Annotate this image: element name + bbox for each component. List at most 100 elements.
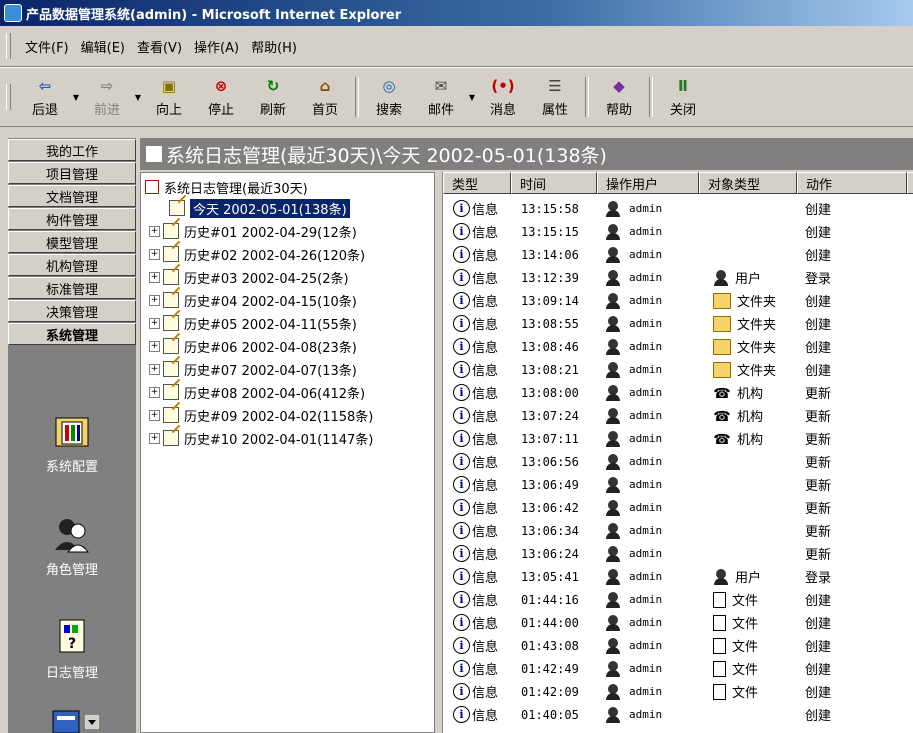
column-header-object-type[interactable]: 对象类型 <box>699 172 797 194</box>
system-config-icon[interactable] <box>52 412 92 452</box>
expand-icon[interactable]: + <box>149 432 160 444</box>
tree-root[interactable]: 系统日志管理(最近30天) <box>145 177 308 197</box>
expand-icon[interactable]: + <box>149 225 160 237</box>
tree-node[interactable]: + 历史#05 2002-04-11(55条) <box>149 313 357 333</box>
expand-icon[interactable]: + <box>149 317 160 329</box>
sidebar-tab-models[interactable]: 模型管理 <box>8 231 136 253</box>
sidebar-tab-documents[interactable]: 文档管理 <box>8 185 136 207</box>
sidebar-tab-my-work[interactable]: 我的工作 <box>8 139 136 161</box>
log-manage-icon[interactable]: ? <box>52 616 92 656</box>
system-config-label[interactable]: 系统配置 <box>8 456 136 475</box>
up-button[interactable]: ▣ 向上 <box>143 72 195 122</box>
role-manage-icon[interactable] <box>52 514 92 554</box>
close-button[interactable]: Ⅱ 关闭 <box>657 72 709 122</box>
menu-help[interactable]: 帮助(H) <box>245 37 303 56</box>
expand-icon[interactable]: + <box>149 294 160 306</box>
scroll-down-icon[interactable] <box>84 714 100 730</box>
tree-node[interactable]: + 历史#03 2002-04-25(2条) <box>149 267 349 287</box>
table-row[interactable]: i信息13:06:42admin更新‖ <box>443 496 913 519</box>
tree-node[interactable]: + 历史#01 2002-04-29(12条) <box>149 221 357 241</box>
column-header-object[interactable]: 对 <box>907 172 913 194</box>
properties-button[interactable]: ☰ 属性 <box>529 72 581 122</box>
table-row[interactable]: i信息01:40:05admin创建‖ <box>443 703 913 726</box>
tree-node[interactable]: + 历史#02 2002-04-26(120条) <box>149 244 365 264</box>
table-row[interactable]: i信息13:15:58admin创建‖ <box>443 197 913 220</box>
expand-icon[interactable]: + <box>149 386 160 398</box>
table-row[interactable]: i信息13:14:06admin创建‖ <box>443 243 913 266</box>
table-row[interactable]: i信息13:15:15admin创建‖ <box>443 220 913 243</box>
table-row[interactable]: i信息13:06:34admin更新‖ <box>443 519 913 542</box>
cell-time: 13:07:11 <box>521 431 579 446</box>
tree-node-label: 历史#08 2002-04-06(412条) <box>184 386 366 402</box>
sidebar-tab-components[interactable]: 构件管理 <box>8 208 136 230</box>
sidebar-tab-decisions[interactable]: 决策管理 <box>8 300 136 322</box>
tree-node-label: 历史#05 2002-04-11(55条) <box>184 317 357 333</box>
column-header-time[interactable]: 时间 <box>511 172 597 194</box>
message-button[interactable]: (•) 消息 <box>477 72 529 122</box>
table-row[interactable]: i信息13:08:55admin文件夹创建‖ <box>443 312 913 335</box>
home-button[interactable]: ⌂ 首页 <box>299 72 351 122</box>
sidebar-tab-projects[interactable]: 项目管理 <box>8 162 136 184</box>
log-manage-label[interactable]: 日志管理 <box>8 662 136 681</box>
table-row[interactable]: i信息01:44:00admin文件创建‖ <box>443 611 913 634</box>
table-row[interactable]: i信息13:08:46admin文件夹创建‖ <box>443 335 913 358</box>
table-row[interactable]: i信息13:09:14admin文件夹创建‖ <box>443 289 913 312</box>
sidebar-tab-organizations[interactable]: 机构管理 <box>8 254 136 276</box>
tree-node[interactable]: + 历史#04 2002-04-15(10条) <box>149 290 357 310</box>
menu-view[interactable]: 查看(V) <box>131 37 188 56</box>
tree-node[interactable]: + 历史#09 2002-04-02(1158条) <box>149 405 373 425</box>
cell-user: admin <box>629 409 663 422</box>
table-row[interactable]: i信息01:42:09admin文件创建‖ <box>443 680 913 703</box>
search-button[interactable]: ◎ 搜索 <box>363 72 415 122</box>
table-row[interactable]: i信息13:12:39admin用户登录‖ <box>443 266 913 289</box>
column-header-action[interactable]: 动作 <box>797 172 907 194</box>
table-row[interactable]: i信息01:42:49admin文件创建‖ <box>443 657 913 680</box>
expand-icon[interactable]: + <box>149 248 160 260</box>
mail-dropdown-icon[interactable]: ▼ <box>467 93 477 102</box>
forward-dropdown-icon[interactable]: ▼ <box>133 93 143 102</box>
forward-button[interactable]: ⇨ 前进 <box>81 72 133 122</box>
table-row[interactable]: i信息13:08:21admin文件夹创建‖ <box>443 358 913 381</box>
file-icon <box>713 637 726 654</box>
mail-button[interactable]: ✉ 邮件 <box>415 72 467 122</box>
cell-action: 更新 <box>805 502 832 517</box>
info-icon: i <box>453 453 470 470</box>
tree-node-today[interactable]: 今天 2002-05-01(138条) <box>169 197 351 219</box>
back-button[interactable]: ⇦ 后退 <box>19 72 71 122</box>
cell-type: 信息 <box>472 525 499 540</box>
role-manage-label[interactable]: 角色管理 <box>8 559 136 578</box>
menu-edit[interactable]: 编辑(E) <box>75 37 131 56</box>
column-header-type[interactable]: 类型 <box>443 172 511 194</box>
sidebar-tab-standards[interactable]: 标准管理 <box>8 277 136 299</box>
table-row[interactable]: i信息13:07:24admin☎机构更新‖ <box>443 404 913 427</box>
expand-icon[interactable]: + <box>149 363 160 375</box>
menu-action[interactable]: 操作(A) <box>188 37 245 56</box>
table-row[interactable]: i信息13:06:56admin更新‖ <box>443 450 913 473</box>
tree-node[interactable]: + 历史#10 2002-04-01(1147条) <box>149 428 373 448</box>
table-row[interactable]: i信息01:43:08admin文件创建‖ <box>443 634 913 657</box>
tree-node[interactable]: + 历史#07 2002-04-07(13条) <box>149 359 357 379</box>
table-row[interactable]: i信息13:06:24admin更新‖ <box>443 542 913 565</box>
expand-icon[interactable]: + <box>149 340 160 352</box>
table-row[interactable]: i信息13:07:11admin☎机构更新‖ <box>443 427 913 450</box>
menubar-grip[interactable] <box>6 33 11 59</box>
table-row[interactable]: i信息13:06:49admin更新‖ <box>443 473 913 496</box>
cell-user: admin <box>629 386 663 399</box>
menu-file[interactable]: 文件(F) <box>19 37 75 56</box>
more-tool-icon[interactable] <box>52 710 80 733</box>
column-header-user[interactable]: 操作用户 <box>597 172 699 194</box>
toolbar-grip[interactable] <box>6 84 11 110</box>
tree-node[interactable]: + 历史#08 2002-04-06(412条) <box>149 382 365 402</box>
expand-icon[interactable]: + <box>149 271 160 283</box>
table-row[interactable]: i信息13:05:41admin用户登录‖ <box>443 565 913 588</box>
user-icon <box>605 522 621 539</box>
stop-button[interactable]: ⊗ 停止 <box>195 72 247 122</box>
tree-node[interactable]: + 历史#06 2002-04-08(23条) <box>149 336 357 356</box>
back-dropdown-icon[interactable]: ▼ <box>71 93 81 102</box>
refresh-button[interactable]: ↻ 刷新 <box>247 72 299 122</box>
table-row[interactable]: i信息13:08:00admin☎机构更新‖ <box>443 381 913 404</box>
table-row[interactable]: i信息01:44:16admin文件创建‖ <box>443 588 913 611</box>
sidebar-tab-system[interactable]: 系统管理 <box>8 323 136 345</box>
help-button[interactable]: ◆ 帮助 <box>593 72 645 122</box>
expand-icon[interactable]: + <box>149 409 160 421</box>
